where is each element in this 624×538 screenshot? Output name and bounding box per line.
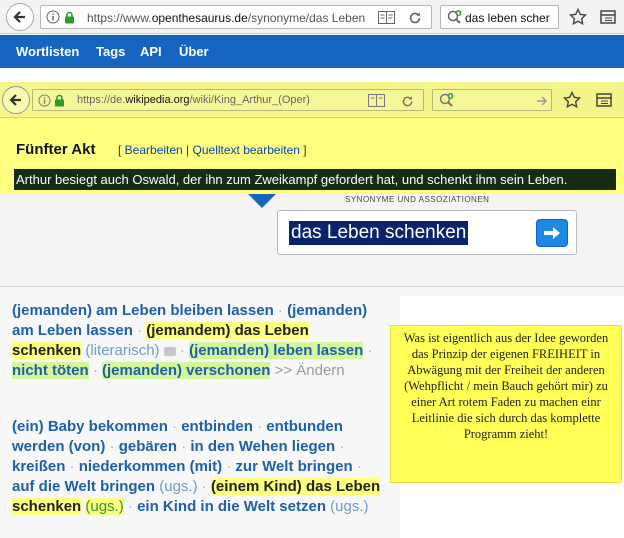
wiki-section-title: Fünfter Akt <box>16 141 96 158</box>
usage-note: (ugs.) <box>85 498 124 515</box>
results-column: (jemanden) am Leben bleiben lassen · (je… <box>0 287 400 538</box>
arrow-right-icon[interactable] <box>535 94 549 108</box>
search-submit-button[interactable] <box>536 219 568 247</box>
usage-note: (ugs.) <box>330 498 369 515</box>
reader-view-icon[interactable] <box>377 10 395 24</box>
info-icon[interactable] <box>46 10 60 24</box>
synonym[interactable]: (jemanden) am Leben bleiben lassen <box>12 302 274 319</box>
site-nav: Wortlisten Tags API Über <box>0 35 624 68</box>
synonym[interactable]: niederkommen (mit) <box>79 458 222 475</box>
lock-icon <box>63 10 75 24</box>
sticky-note: Was ist eigentlich aus der Idee geworden… <box>390 325 622 483</box>
synonym[interactable]: in den Wehen liegen <box>190 438 335 455</box>
header-wedge <box>248 194 276 208</box>
synonym[interactable]: ein Kind in die Welt setzen <box>137 498 326 515</box>
inner-back-button[interactable] <box>2 86 30 114</box>
search-query[interactable]: das Leben schenken <box>289 221 469 245</box>
synonym-highlighted[interactable]: (jemanden) verschonen <box>102 362 271 379</box>
info-icon[interactable] <box>37 93 51 107</box>
wiki-edit-links: [ Bearbeiten | Quelltext bearbeiten ] <box>118 143 307 157</box>
url-text: https://www.openthesaurus.de/synonyme/da… <box>87 11 366 25</box>
synonym[interactable]: entbinden <box>181 418 253 435</box>
nav-item-uber[interactable]: Über <box>179 44 209 59</box>
search-bar[interactable]: das leben scher <box>440 5 559 29</box>
synonym[interactable]: gebären <box>119 438 177 455</box>
bracket-close: ] <box>299 143 307 157</box>
edit-link[interactable]: Bearbeiten <box>125 143 183 157</box>
reading-list-icon[interactable] <box>594 90 614 110</box>
synonym[interactable]: auf die Welt bringen <box>12 478 155 495</box>
reload-icon[interactable] <box>407 10 423 26</box>
synonym-group-2: (ein) Baby bekommen · entbinden · entbun… <box>12 418 381 515</box>
nav-item-tags[interactable]: Tags <box>96 44 125 59</box>
back-arrow-icon <box>9 94 21 106</box>
bookmark-star-icon[interactable] <box>562 90 582 110</box>
inner-browser-overlay: https://de.wikipedia.org/wiki/King_Arthu… <box>0 82 624 194</box>
source-edit-link[interactable]: Quelltext bearbeiten <box>193 143 300 157</box>
bookmark-star-icon[interactable] <box>568 7 588 27</box>
synonym[interactable]: (ein) Baby bekommen <box>12 418 168 435</box>
address-bar[interactable]: https://www.openthesaurus.de/synonyme/da… <box>40 5 432 29</box>
synonym-search-box[interactable]: das Leben schenken <box>277 210 577 255</box>
inner-search-bar[interactable] <box>432 89 552 111</box>
search-bar-text: das leben scher <box>465 11 550 25</box>
synonym[interactable]: kreißen <box>12 458 65 475</box>
arrow-right-icon <box>544 227 560 239</box>
lock-icon <box>53 93 65 107</box>
inner-browser-toolbar: https://de.wikipedia.org/wiki/King_Arthu… <box>0 82 624 118</box>
synonym-highlighted[interactable]: nicht töten <box>12 362 89 379</box>
synonym[interactable]: zur Welt bringen <box>235 458 352 475</box>
change-link[interactable]: >> Ändern <box>275 362 345 379</box>
usage-note: (literarisch) <box>85 342 160 359</box>
inner-url-text: https://de.wikipedia.org/wiki/King_Arthu… <box>77 94 310 106</box>
back-arrow-icon <box>13 11 25 23</box>
synonym-highlighted[interactable]: (jemanden) leben lassen <box>189 342 364 359</box>
usage-note: (ugs.) <box>159 478 198 495</box>
header-gap <box>0 68 624 82</box>
outer-browser-toolbar: https://www.openthesaurus.de/synonyme/da… <box>0 0 624 34</box>
inner-address-bar[interactable]: https://de.wikipedia.org/wiki/King_Arthu… <box>32 89 424 111</box>
reader-view-icon[interactable] <box>367 93 385 107</box>
search-add-icon <box>437 93 455 108</box>
bracket-open: [ <box>118 143 125 157</box>
back-button[interactable] <box>6 3 34 31</box>
synonym-group-1: (jemanden) am Leben bleiben lassen · (je… <box>12 302 373 379</box>
reading-list-icon[interactable] <box>598 7 618 27</box>
search-add-icon <box>445 10 463 25</box>
reload-icon[interactable] <box>399 93 415 109</box>
wiki-summary: Arthur besiegt auch Oswald, der ihn zum … <box>14 169 616 190</box>
link-separator: | <box>182 143 193 157</box>
nav-item-wortlisten[interactable]: Wortlisten <box>16 44 79 59</box>
nav-item-api[interactable]: API <box>140 44 162 59</box>
search-caption: SYNONYME UND ASSOZIATIONEN <box>345 195 490 204</box>
comment-icon[interactable] <box>163 346 176 356</box>
